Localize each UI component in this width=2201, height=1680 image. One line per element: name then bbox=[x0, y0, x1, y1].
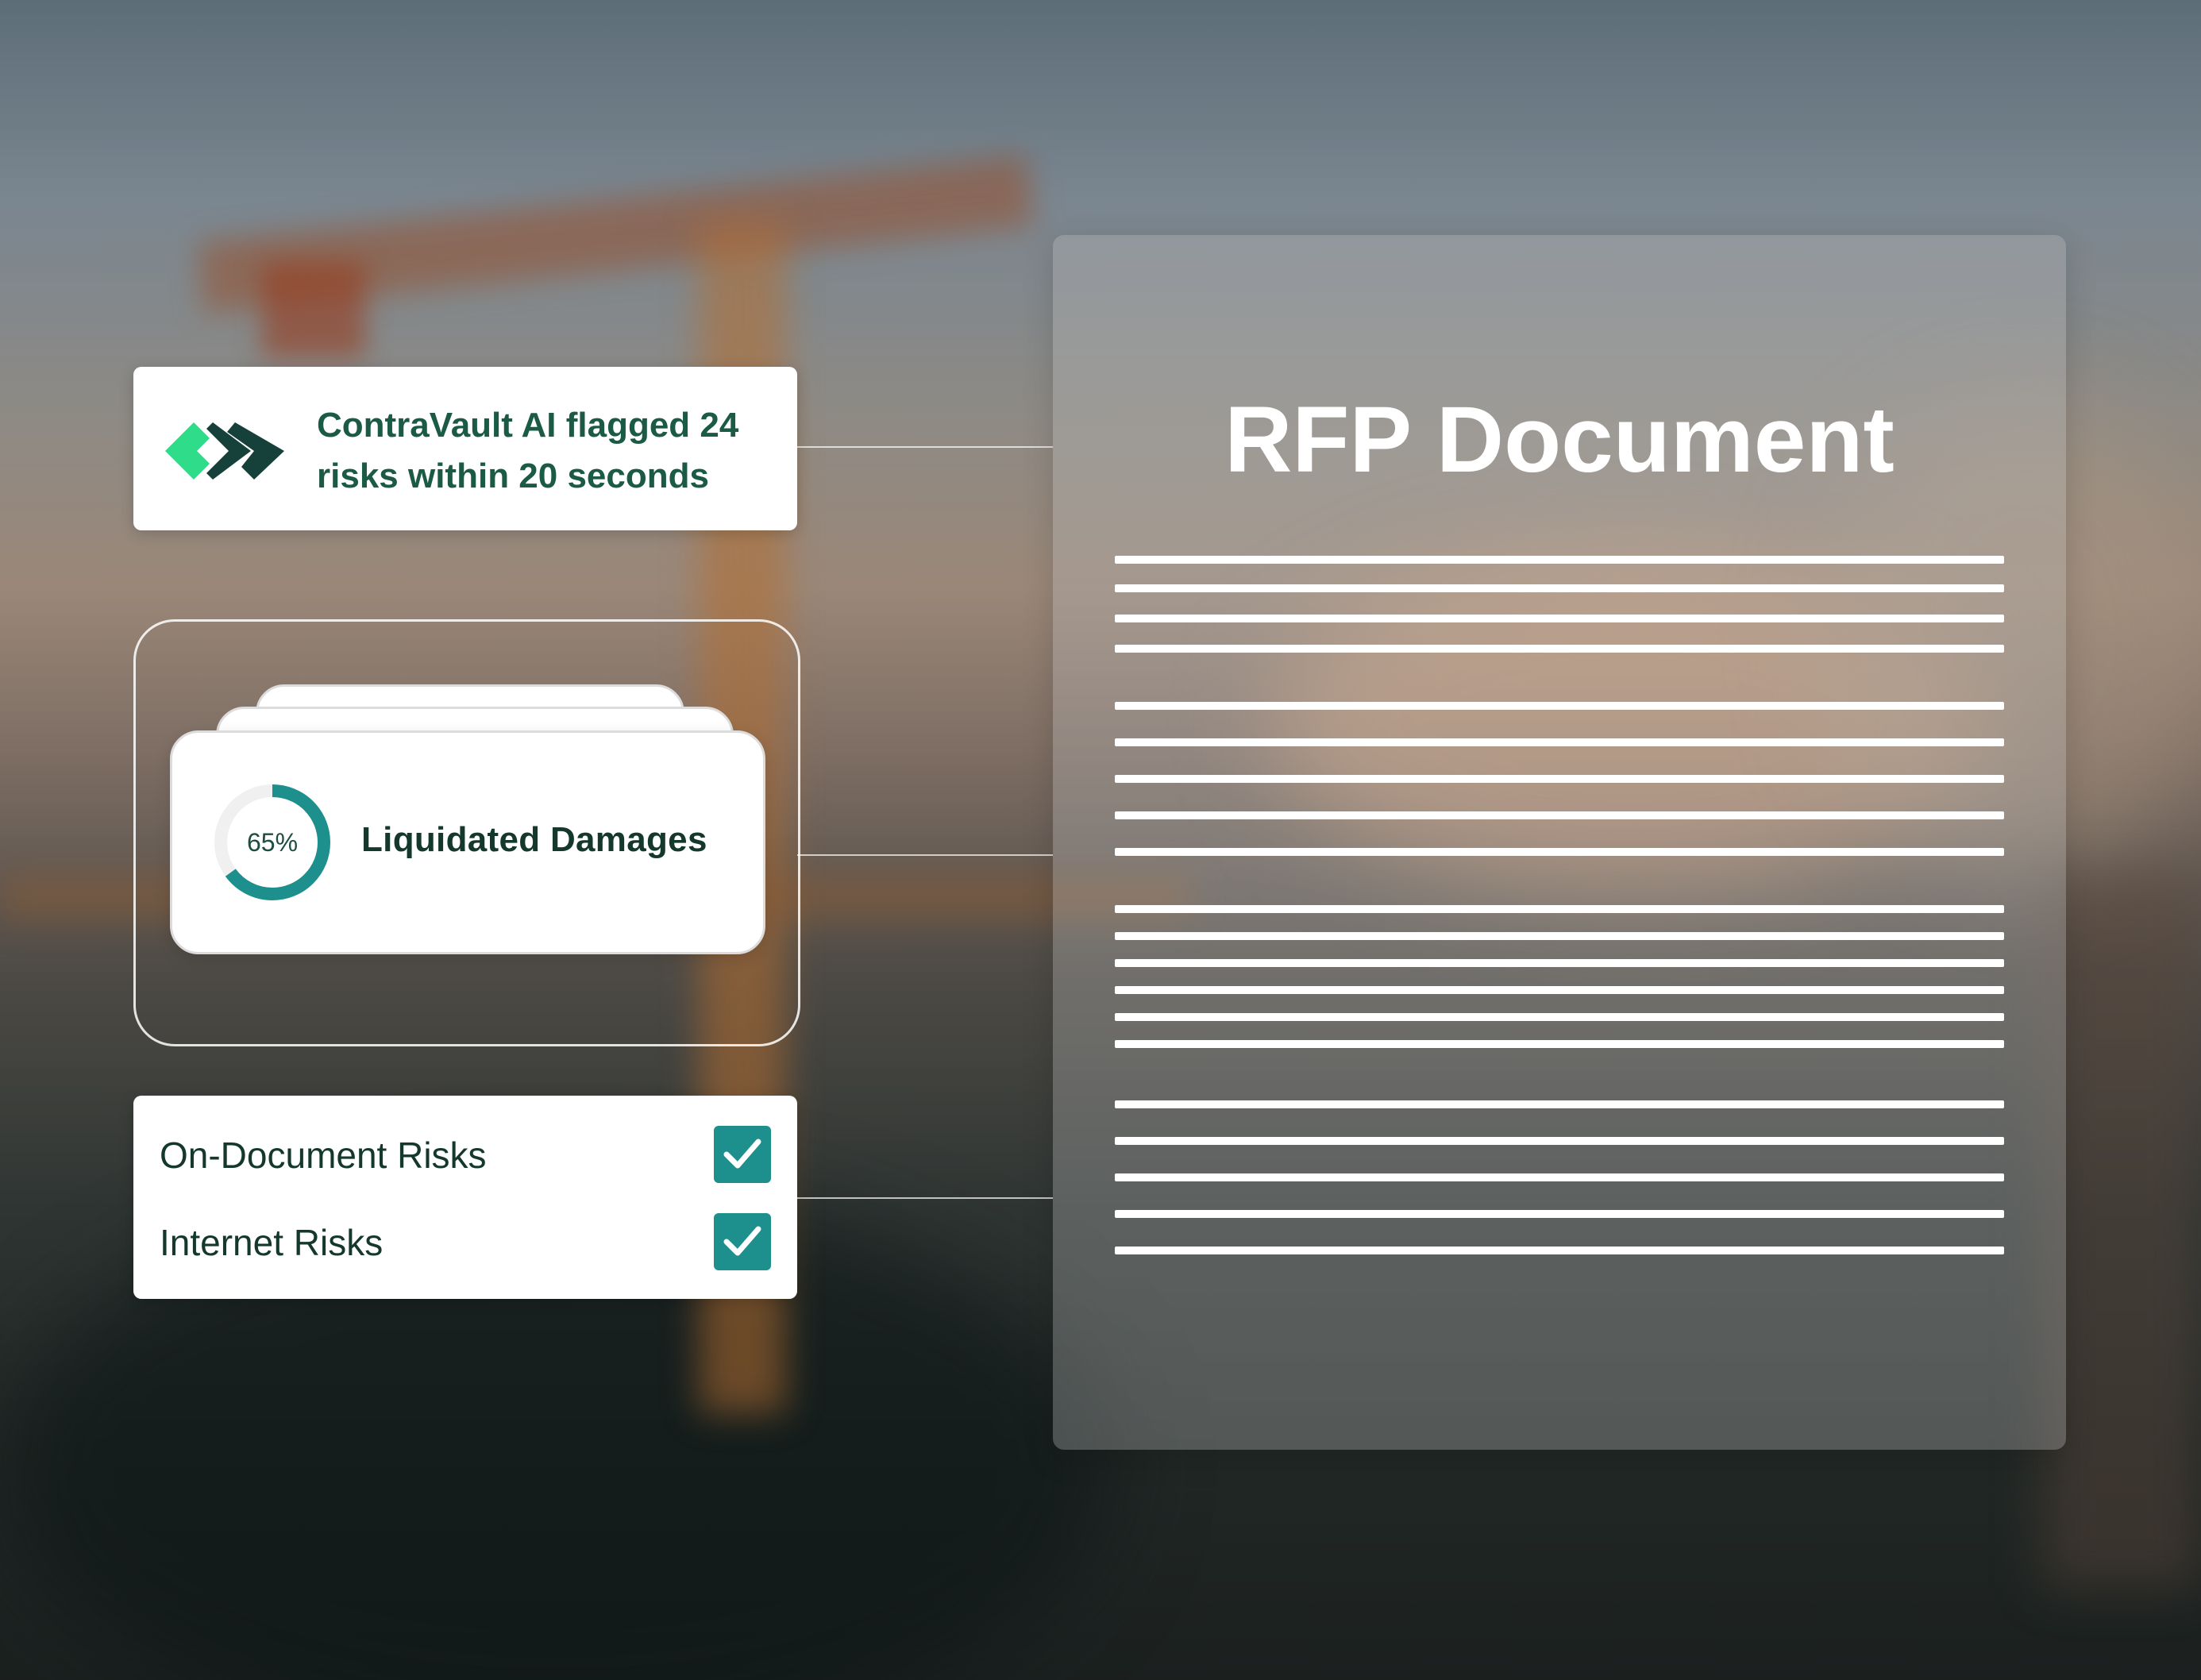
text-line bbox=[1115, 959, 2004, 967]
text-line bbox=[1115, 932, 2004, 940]
risk-source-label: Internet Risks bbox=[160, 1222, 384, 1263]
internet-risks-checkbox[interactable] bbox=[714, 1213, 771, 1270]
text-line bbox=[1115, 702, 2004, 710]
text-line bbox=[1115, 905, 2004, 913]
text-line bbox=[1115, 1013, 2004, 1021]
text-line bbox=[1115, 556, 2004, 564]
check-icon bbox=[723, 1139, 761, 1169]
risk-source-label: On-Document Risks bbox=[160, 1135, 487, 1176]
text-line bbox=[1115, 738, 2004, 746]
text-line bbox=[1115, 1100, 2004, 1108]
risk-category-card[interactable]: 65% Liquidated Damages bbox=[170, 730, 765, 954]
text-line bbox=[1115, 615, 2004, 622]
flag-card: ContraVault AI flagged 24 risks within 2… bbox=[133, 367, 797, 530]
text-line bbox=[1115, 775, 2004, 783]
text-line bbox=[1115, 1173, 2004, 1181]
text-line bbox=[1115, 1137, 2004, 1145]
connector-risks bbox=[797, 1197, 1053, 1199]
text-line bbox=[1115, 584, 2004, 592]
risk-source-row[interactable]: On-Document Risks bbox=[160, 1126, 771, 1183]
text-line bbox=[1115, 848, 2004, 856]
flag-message: ContraVault AI flagged 24 risks within 2… bbox=[317, 406, 739, 495]
progress-percent: 65% bbox=[246, 827, 299, 857]
risk-category-label: Liquidated Damages bbox=[361, 820, 707, 859]
document-title: RFP Document bbox=[1224, 387, 1895, 492]
text-line bbox=[1115, 1247, 2004, 1254]
rfp-document-panel: RFP Document bbox=[1053, 235, 2066, 1450]
progress-ring: 65% bbox=[212, 782, 333, 903]
risk-source-row[interactable]: Internet Risks bbox=[160, 1213, 771, 1270]
connector-flag bbox=[797, 446, 1053, 448]
contravault-logo-icon bbox=[165, 422, 284, 480]
text-line bbox=[1115, 645, 2004, 653]
risk-sources-card: On-Document Risks Internet Risks bbox=[133, 1096, 797, 1299]
connector-damages bbox=[797, 854, 1053, 856]
check-icon bbox=[723, 1226, 761, 1256]
text-line bbox=[1115, 1210, 2004, 1218]
text-line bbox=[1115, 811, 2004, 819]
text-line bbox=[1115, 1040, 2004, 1048]
on-document-risks-checkbox[interactable] bbox=[714, 1126, 771, 1183]
text-line bbox=[1115, 986, 2004, 994]
document-text-placeholder bbox=[1115, 556, 2004, 1429]
